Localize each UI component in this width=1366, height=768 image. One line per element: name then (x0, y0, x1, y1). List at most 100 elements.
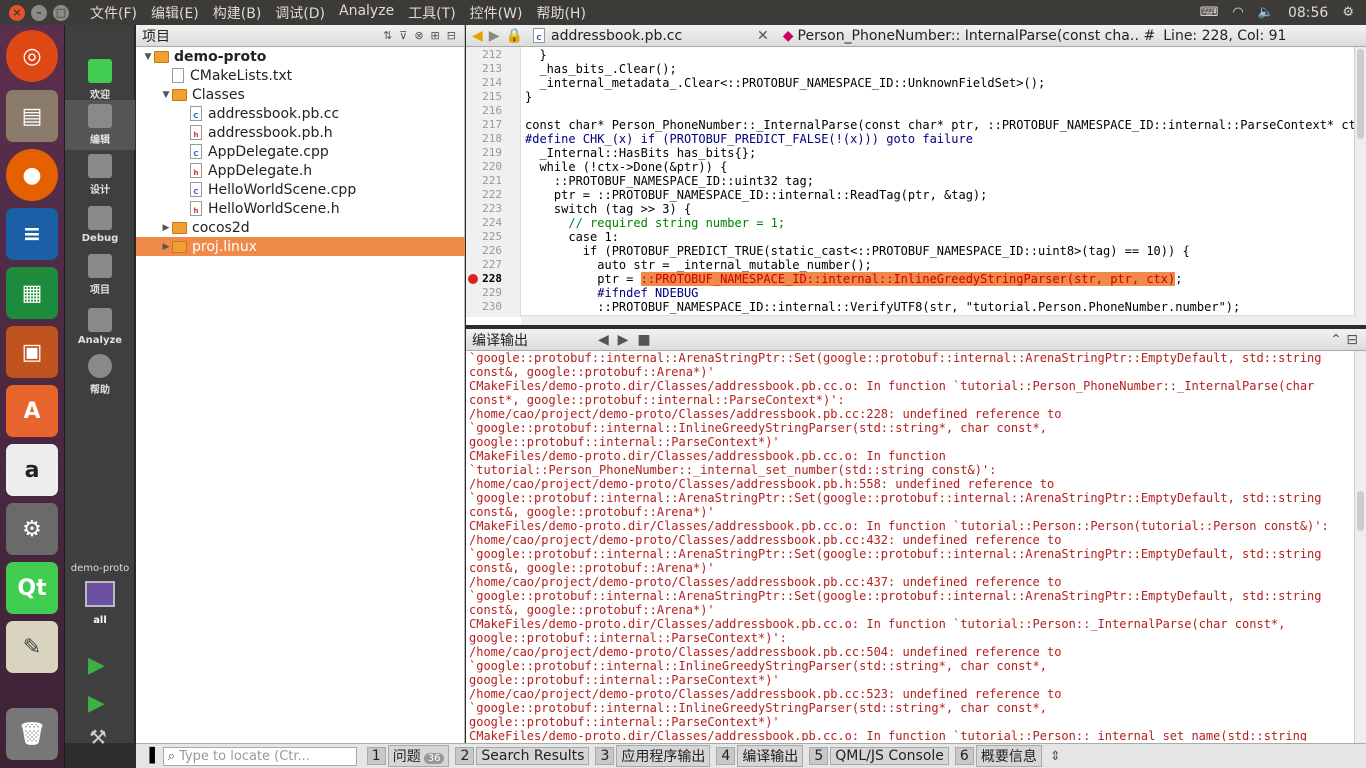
tree-item[interactable]: ▼ Classes (136, 85, 465, 104)
output-maximize-icon[interactable]: ⌃ ⊟ (1330, 332, 1358, 348)
kit-build-label: all (93, 615, 107, 626)
tree-item[interactable]: ▼ demo-proto (136, 47, 465, 66)
wifi-icon[interactable]: ◠ (1232, 5, 1243, 20)
close-icon[interactable]: × (9, 4, 25, 21)
build-hammer-icon[interactable]: ⚒ (89, 725, 107, 749)
tree-item[interactable]: ▶ cocos2d (136, 218, 465, 237)
output-tab-6[interactable]: 6 概要信息 (954, 745, 1042, 767)
mode-0[interactable]: 欢迎 (65, 55, 135, 105)
symbol-selector[interactable]: Person_PhoneNumber:: InternalParse(const… (798, 28, 1138, 44)
code-line: if (PROTOBUF_PREDICT_TRUE(static_cast<::… (525, 244, 1190, 258)
editor-hscrollbar[interactable] (521, 315, 1356, 325)
line-number: 214 (482, 76, 502, 89)
maximize-icon[interactable]: □ (53, 4, 69, 21)
menu-item-1[interactable]: 编辑(E) (144, 3, 206, 23)
project-pane-header: 项目 ⇅ ⊽ ⊗ ⊞ ⊟ (136, 25, 464, 47)
chevron-down-icon[interactable]: ▼ (142, 52, 154, 62)
chevron-right-icon[interactable]: ▶ (160, 223, 172, 233)
line-number: 227 (482, 258, 502, 271)
file-manager-icon[interactable]: ▤ (6, 90, 58, 142)
writer-icon[interactable]: ≡ (6, 208, 58, 260)
tree-item[interactable]: ▶ proj.linux (136, 237, 465, 256)
impress-icon[interactable]: ▣ (6, 326, 58, 378)
project-pane-title[interactable]: 项目 (142, 26, 170, 46)
keyboard-icon[interactable]: ⌨ (1200, 5, 1219, 20)
output-tabs: 1 问题 36 2 Search Results 3 应用程序输出 4 编译输出 5 QML/JS … (366, 745, 1048, 767)
chevron-down-icon[interactable]: ▼ (160, 90, 172, 100)
tree-item[interactable]: C AppDelegate.cpp (136, 142, 465, 161)
output-tab-4[interactable]: 4 编译输出 (716, 745, 804, 767)
menu-item-4[interactable]: Analyze (332, 3, 401, 23)
tree-item-label: HelloWorldScene.h (208, 200, 340, 217)
mode-1[interactable]: 编辑 (65, 100, 135, 150)
close-icon[interactable]: ✕ (757, 28, 769, 44)
volume-icon[interactable]: 🔈 (1258, 5, 1274, 20)
amazon-icon[interactable]: a (6, 444, 58, 496)
tree-item[interactable]: h AppDelegate.h (136, 161, 465, 180)
output-tab-1[interactable]: 1 问题 36 (366, 745, 450, 767)
output-tab-5[interactable]: 5 QML/JS Console (809, 745, 949, 767)
code-span: ptr = (525, 272, 641, 286)
gear-icon[interactable]: ⚙ (1342, 5, 1354, 20)
debug-icon (88, 206, 112, 230)
cpp-file-icon: C (190, 144, 202, 159)
open-file-selector[interactable]: addressbook.pb.cc (551, 28, 751, 44)
text-editor-icon[interactable]: ✎ (6, 621, 58, 673)
minimize-icon[interactable]: – (31, 4, 47, 21)
tree-item[interactable]: h addressbook.pb.h (136, 123, 465, 142)
ubuntu-dash-icon[interactable]: ◎ (6, 30, 58, 82)
output-nav-icons[interactable]: ◀ ▶ ■ (598, 332, 651, 348)
calc-icon[interactable]: ▦ (6, 267, 58, 319)
mode-3[interactable]: Debug (65, 200, 135, 250)
mode-6[interactable]: 帮助 (65, 350, 135, 400)
qt-creator-icon[interactable]: Qt (6, 562, 58, 614)
tab-label: 概要信息 (975, 745, 1042, 767)
tree-item-label: addressbook.pb.cc (208, 105, 340, 122)
compile-output-text[interactable]: `google::protobuf::internal::ArenaString… (469, 351, 1339, 741)
locator-placeholder: Type to locate (Ctr... (179, 748, 310, 764)
output-tab-3[interactable]: 3 应用程序输出 (595, 745, 711, 767)
line-number: 222 (482, 188, 502, 201)
pane-tools[interactable]: ⇅ ⊽ ⊗ ⊞ ⊟ (383, 29, 456, 42)
error-marker-icon[interactable] (468, 274, 478, 284)
output-tab-2[interactable]: 2 Search Results (455, 745, 590, 767)
mode-label: Analyze (77, 335, 123, 346)
tree-item[interactable]: h HelloWorldScene.h (136, 199, 465, 218)
trash-icon[interactable]: 🗑 (6, 708, 58, 760)
tree-item[interactable]: Caddressbook.pb.cc (136, 104, 465, 123)
cursor-position[interactable]: Line: 228, Col: 91 (1163, 28, 1286, 44)
tree-item[interactable]: CMakeLists.txt (136, 66, 465, 85)
run-icon[interactable]: ▶ (88, 653, 105, 678)
tab-label: 编译输出 (737, 745, 804, 767)
toggle-sidebar-icon[interactable]: ▐ (144, 748, 155, 764)
kit-selector-icon[interactable] (85, 581, 115, 607)
editor-scrollbar[interactable] (1354, 47, 1366, 325)
clock[interactable]: 08:56 (1288, 5, 1328, 21)
tabs-menu-icon[interactable]: ⇕ (1050, 749, 1061, 764)
locator-input[interactable]: ⌕ Type to locate (Ctr... (162, 746, 357, 766)
back-icon[interactable]: ◀ (472, 28, 483, 44)
output-scrollbar[interactable] (1354, 351, 1366, 743)
mode-4[interactable]: 项目 (65, 250, 135, 300)
settings-icon[interactable]: ⚙ (6, 503, 58, 555)
design-icon (88, 154, 112, 178)
menu-item-5[interactable]: 工具(T) (401, 3, 462, 23)
firefox-icon[interactable]: ● (6, 149, 58, 201)
forward-icon[interactable]: ▶ (489, 28, 500, 44)
code-area[interactable]: } _has_bits_.Clear(); _internal_metadata… (525, 47, 1355, 317)
menu-item-0[interactable]: 文件(F) (83, 3, 144, 23)
encoding-icon[interactable]: # (1144, 28, 1156, 44)
code-line: _has_bits_.Clear(); (525, 62, 677, 76)
mode-2[interactable]: 设计 (65, 150, 135, 200)
chevron-right-icon[interactable]: ▶ (160, 242, 172, 252)
tree-item[interactable]: C HelloWorldScene.cpp (136, 180, 465, 199)
tab-number: 4 (716, 747, 736, 765)
menu-item-3[interactable]: 调试(D) (268, 3, 332, 23)
code-line: ptr = ::PROTOBUF_NAMESPACE_ID::internal:… (525, 272, 1182, 286)
menu-item-6[interactable]: 控件(W) (463, 3, 530, 23)
debug-run-icon[interactable]: ▶ (88, 691, 105, 716)
mode-5[interactable]: Analyze (65, 302, 135, 352)
menu-item-2[interactable]: 构建(B) (206, 3, 269, 23)
menu-item-7[interactable]: 帮助(H) (529, 3, 592, 23)
software-center-icon[interactable]: A (6, 385, 58, 437)
